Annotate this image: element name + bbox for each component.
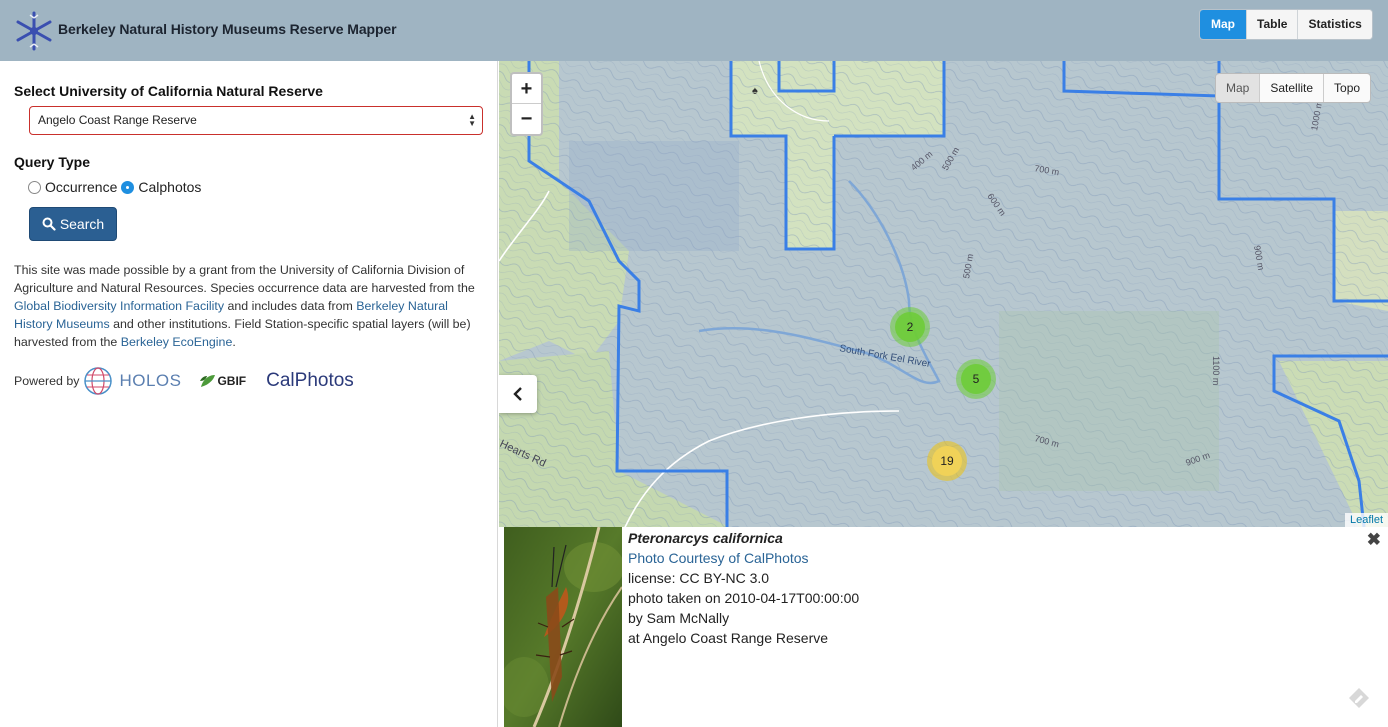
chevron-left-icon — [513, 386, 522, 401]
calphotos-credit-link[interactable]: Photo Courtesy of CalPhotos — [628, 550, 809, 566]
select-arrows-icon: ▲ ▼ — [468, 112, 476, 128]
occurrence-radio[interactable] — [28, 180, 41, 194]
photo-author: by Sam McNally — [628, 610, 730, 626]
layer-map[interactable]: Map — [1216, 74, 1261, 102]
photo-details: Pteronarcys californica Photo Courtesy o… — [628, 528, 859, 648]
gbif-logo[interactable]: GBIF — [199, 373, 246, 389]
cluster-count: 2 — [906, 320, 914, 334]
view-tabs: Map Table Statistics — [1199, 9, 1373, 40]
license-text: license: CC BY-NC 3.0 — [628, 570, 770, 586]
powered-by-label: Powered by — [14, 374, 80, 388]
tab-statistics[interactable]: Statistics — [1298, 10, 1372, 39]
app-header: Berkeley Natural History Museums Reserve… — [0, 0, 1388, 61]
gbif-leaf-icon — [200, 375, 216, 387]
leaflet-attribution[interactable]: Leaflet — [1344, 513, 1388, 527]
reserve-label: Select University of California Natural … — [14, 83, 323, 99]
reserve-select[interactable]: Angelo Coast Range Reserve ▲ ▼ — [29, 106, 483, 135]
query-type-options: Occurrence Calphotos — [28, 179, 201, 195]
tab-table[interactable]: Table — [1247, 10, 1299, 39]
collapse-panel-button[interactable] — [499, 375, 537, 413]
search-label: Search — [59, 216, 105, 232]
photo-location: at Angelo Coast Range Reserve — [628, 630, 829, 646]
gbif-link[interactable]: Global Biodiversity Information Facility — [14, 299, 224, 313]
cluster-marker[interactable]: 5 — [956, 359, 996, 399]
tab-map[interactable]: Map — [1200, 10, 1247, 39]
insect-photo-image — [504, 527, 622, 727]
layer-satellite[interactable]: Satellite — [1260, 74, 1325, 102]
zoom-in-button[interactable]: + — [512, 74, 541, 104]
reserve-select-value: Angelo Coast Range Reserve — [38, 113, 197, 127]
cluster-count: 5 — [972, 372, 980, 386]
base-layer-switcher: Map Satellite Topo — [1215, 73, 1372, 103]
close-icon[interactable]: ✖ — [1367, 530, 1381, 550]
holos-logo[interactable]: HOLOS — [119, 371, 181, 391]
calphotos-radio[interactable] — [121, 180, 135, 194]
powered-by: Powered by HOLOS GBIF CalPhotos — [14, 366, 354, 396]
search-icon — [42, 217, 56, 231]
occurrence-label: Occurrence — [45, 179, 118, 195]
gbif-logo-text: GBIF — [217, 374, 247, 388]
description-text: . — [232, 335, 236, 349]
ecoengine-link[interactable]: Berkeley EcoEngine — [121, 335, 233, 349]
cluster-marker[interactable]: 19 — [927, 441, 967, 481]
description-text: This site was made possible by a grant f… — [14, 263, 475, 295]
query-panel: Select University of California Natural … — [0, 61, 498, 727]
photo-date: photo taken on 2010-04-17T00:00:00 — [628, 590, 860, 606]
query-type-label: Query Type — [14, 154, 90, 170]
calphotos-label: Calphotos — [138, 179, 202, 195]
tree-icon: ♠ — [752, 85, 758, 97]
map-view[interactable]: South Fork Eel River Hearts Rd 400 m 500… — [499, 61, 1388, 527]
layer-topo[interactable]: Topo — [1324, 74, 1371, 102]
search-button[interactable]: Search — [29, 207, 117, 241]
species-photo — [504, 527, 622, 727]
cluster-marker[interactable]: 2 — [890, 307, 930, 347]
photo-info-panel: Pteronarcys californica Photo Courtesy o… — [499, 527, 1388, 727]
calphotos-logo[interactable]: CalPhotos — [266, 370, 354, 392]
app-title: Berkeley Natural History Museums Reserve… — [58, 21, 397, 37]
site-description: This site was made possible by a grant f… — [14, 261, 486, 351]
contour-label-1100: 1100 m — [1211, 356, 1221, 385]
holos-globe-icon[interactable] — [83, 366, 113, 396]
species-name: Pteronarcys californica — [628, 530, 783, 546]
cluster-count: 19 — [940, 454, 954, 468]
zoom-out-button[interactable]: − — [512, 104, 541, 134]
description-text: and includes data from — [224, 299, 357, 313]
zoom-control: + − — [510, 72, 543, 136]
pencil-diamond-icon[interactable] — [1348, 687, 1370, 709]
snowflake-logo-icon — [16, 11, 52, 51]
